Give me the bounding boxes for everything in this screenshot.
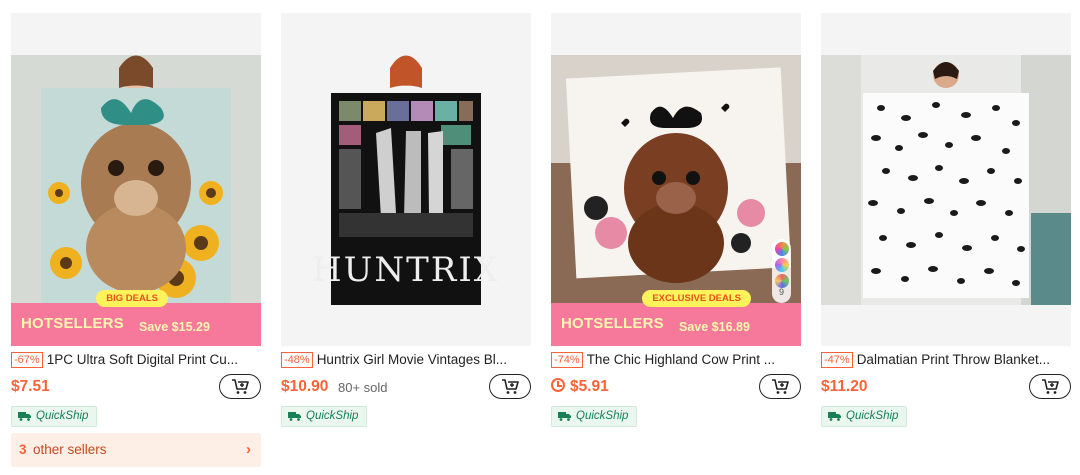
product-title[interactable]: -48% Huntrix Girl Movie Vintages Bl... — [281, 351, 531, 368]
quickship-badge: QuickShip — [551, 406, 638, 427]
blanket-huntrix-image: HUNTRIX — [312, 55, 500, 305]
promo-banner: HOTSELLERS EXCLUSIVE DEALS Save $16.89 — [551, 290, 801, 346]
product-image[interactable]: HOTSELLERS BIG DEALS Save $15.29 — [11, 13, 261, 346]
other-sellers-label: other sellers — [33, 442, 107, 457]
product-image[interactable] — [821, 13, 1071, 346]
color-swatch[interactable] — [774, 274, 789, 288]
quickship-label: QuickShip — [36, 410, 89, 422]
quickship-label: QuickShip — [846, 410, 899, 422]
quickship-label: QuickShip — [576, 410, 629, 422]
product-grid: HOTSELLERS BIG DEALS Save $15.29 -67% 1PC… — [11, 13, 1071, 473]
product-price: $5.91 — [551, 377, 609, 397]
save-amount: Save $16.89 — [679, 320, 750, 334]
product-price: $11.20 — [821, 378, 868, 395]
add-to-cart-button[interactable] — [759, 374, 801, 399]
other-sellers-count: 3 — [19, 442, 27, 457]
color-options[interactable]: 9 — [772, 239, 791, 303]
quickship-label: QuickShip — [306, 410, 359, 422]
quickship-badge: QuickShip — [821, 406, 908, 427]
add-to-cart-icon — [232, 379, 249, 394]
product-card[interactable]: 9 HOTSELLERS EXCLUSIVE DEALS Save $16.89… — [551, 13, 801, 473]
discount-badge: -48% — [281, 352, 313, 368]
save-amount: Save $15.29 — [139, 320, 210, 334]
deal-tag: EXCLUSIVE DEALS — [642, 290, 751, 307]
discount-badge: -67% — [11, 352, 43, 368]
chevron-right-icon: › — [246, 441, 251, 458]
product-card[interactable]: HUNTRIX -48% Huntrix Girl Movie Vintages … — [281, 13, 531, 473]
blanket-dalmatian-image — [821, 55, 1071, 305]
product-price: $7.51 — [11, 378, 50, 395]
promo-banner: HOTSELLERS BIG DEALS Save $15.29 — [11, 290, 261, 346]
quickship-badge: QuickShip — [281, 406, 368, 427]
hotsellers-label: HOTSELLERS — [21, 315, 124, 332]
product-title-text[interactable]: Huntrix Girl Movie Vintages Bl... — [317, 352, 507, 367]
hotsellers-label: HOTSELLERS — [561, 315, 664, 332]
color-count: 9 — [778, 287, 784, 297]
product-price: $10.90 — [281, 378, 329, 395]
color-swatch[interactable] — [774, 258, 789, 272]
add-to-cart-button[interactable] — [489, 374, 531, 399]
quickship-badge: QuickShip — [11, 406, 98, 427]
product-title[interactable]: -74% The Chic Highland Cow Print ... — [551, 351, 801, 368]
product-image[interactable]: 9 HOTSELLERS EXCLUSIVE DEALS Save $16.89 — [551, 13, 801, 346]
product-price-value: $5.91 — [570, 378, 609, 395]
product-title-text[interactable]: Dalmatian Print Throw Blanket... — [857, 352, 1050, 367]
truck-icon — [288, 412, 301, 421]
clock-icon — [551, 378, 565, 392]
product-title[interactable]: -67% 1PC Ultra Soft Digital Print Cu... — [11, 351, 261, 368]
truck-icon — [558, 412, 571, 421]
product-card[interactable]: HOTSELLERS BIG DEALS Save $15.29 -67% 1PC… — [11, 13, 261, 473]
add-to-cart-icon — [772, 379, 789, 394]
truck-icon — [18, 412, 31, 421]
discount-badge: -74% — [551, 352, 583, 368]
product-card[interactable]: -47% Dalmatian Print Throw Blanket... $11… — [821, 13, 1071, 473]
product-title-text[interactable]: The Chic Highland Cow Print ... — [587, 352, 775, 367]
product-title[interactable]: -47% Dalmatian Print Throw Blanket... — [821, 351, 1071, 368]
deal-tag: BIG DEALS — [96, 290, 168, 307]
other-sellers-button[interactable]: 3 other sellers › — [11, 433, 261, 467]
sold-count: 80+ sold — [338, 380, 388, 395]
discount-badge: -47% — [821, 352, 853, 368]
huntrix-print-text: HUNTRIX — [312, 250, 500, 290]
add-to-cart-button[interactable] — [219, 374, 261, 399]
add-to-cart-icon — [502, 379, 519, 394]
add-to-cart-icon — [1042, 379, 1059, 394]
truck-icon — [828, 412, 841, 421]
product-image[interactable]: HUNTRIX — [281, 13, 531, 346]
color-swatch[interactable] — [774, 242, 789, 256]
add-to-cart-button[interactable] — [1029, 374, 1071, 399]
product-title-text[interactable]: 1PC Ultra Soft Digital Print Cu... — [47, 352, 238, 367]
